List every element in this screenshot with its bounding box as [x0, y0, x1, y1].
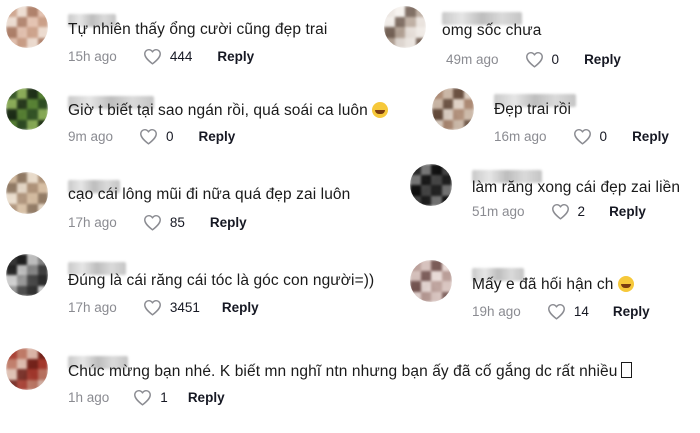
comment-item: omg sốc chưa 49m ago 0 Reply — [384, 6, 674, 86]
comment-text: Giờ t biết tại sao ngán rồi, quá soái ca… — [68, 102, 388, 120]
reply-button[interactable]: Reply — [210, 215, 247, 230]
comment-meta: 1h ago 1 Reply — [68, 389, 225, 406]
comment-timestamp: 9m ago — [68, 129, 114, 144]
comment-timestamp: 17h ago — [68, 215, 117, 230]
comment-text: Mấy e đã hối hận ch — [472, 276, 634, 294]
comment-timestamp: 19h ago — [472, 304, 521, 319]
like-count: 0 — [551, 52, 560, 67]
avatar[interactable] — [6, 88, 48, 130]
comment-meta: 19h ago 14 Reply — [472, 303, 650, 320]
like-count: 85 — [169, 215, 185, 230]
like-count: 3451 — [169, 300, 200, 315]
avatar[interactable] — [6, 348, 48, 390]
avatar[interactable] — [432, 88, 474, 130]
comment-meta: 51m ago 2 Reply — [472, 203, 646, 220]
comment-text: omg sốc chưa — [442, 22, 542, 39]
comment-meta: 17h ago 85 Reply — [68, 214, 247, 231]
comment-meta: 15h ago 444 Reply — [68, 48, 254, 65]
heart-icon[interactable] — [551, 203, 570, 220]
comment-timestamp: 51m ago — [472, 204, 525, 219]
comment-text: Đúng là cái răng cái tóc là góc con ngườ… — [68, 272, 375, 289]
heart-icon[interactable] — [525, 51, 544, 68]
comment-item: Đẹp trai rồi 16m ago 0 Reply — [432, 88, 700, 168]
like-count: 2 — [577, 204, 586, 219]
reply-button[interactable]: Reply — [188, 390, 225, 405]
reply-button[interactable]: Reply — [199, 129, 236, 144]
comment-timestamp: 49m ago — [446, 52, 499, 67]
avatar[interactable] — [6, 6, 48, 48]
grinning-face-icon — [371, 102, 388, 118]
comment-meta: 16m ago 0 Reply — [494, 128, 669, 145]
reply-button[interactable]: Reply — [217, 49, 254, 64]
comment-meta: 9m ago 0 Reply — [68, 128, 235, 145]
avatar[interactable] — [6, 172, 48, 214]
comment-text: làm răng xong cái đẹp zai liền — [472, 179, 681, 196]
reply-button[interactable]: Reply — [584, 52, 621, 67]
tears-of-joy-icon — [617, 276, 634, 292]
comment-text: Tự nhiên thấy ổng cười cũng đẹp trai — [68, 21, 328, 38]
comment-meta: 17h ago 3451 Reply — [68, 299, 259, 316]
comment-item: Chúc mừng bạn nhé. K biết mn nghĩ ntn nh… — [6, 348, 696, 428]
heart-icon[interactable] — [573, 128, 592, 145]
comment-text: Chúc mừng bạn nhé. K biết mn nghĩ ntn nh… — [68, 362, 632, 381]
heart-icon[interactable] — [133, 389, 152, 406]
avatar[interactable] — [410, 260, 452, 302]
comment-timestamp: 17h ago — [68, 300, 117, 315]
like-count: 1 — [160, 390, 168, 405]
avatar[interactable] — [384, 6, 426, 48]
heart-icon[interactable] — [143, 214, 162, 231]
heart-icon[interactable] — [143, 48, 162, 65]
missing-glyph-icon — [620, 362, 632, 378]
comment-meta: 49m ago 0 Reply — [446, 51, 621, 68]
comment-timestamp: 15h ago — [68, 49, 117, 64]
like-count: 14 — [573, 304, 589, 319]
comment-timestamp: 1h ago — [68, 390, 110, 405]
comment-text: Đẹp trai rồi — [494, 101, 572, 118]
avatar[interactable] — [410, 164, 452, 206]
comment-text: cạo cái lông mũi đi nữa quá đẹp zai luôn — [68, 186, 351, 203]
like-count: 0 — [166, 129, 174, 144]
reply-button[interactable]: Reply — [613, 304, 650, 319]
like-count: 0 — [599, 129, 608, 144]
like-count: 444 — [169, 49, 193, 64]
comment-item: làm răng xong cái đẹp zai liền 51m ago 2 Re… — [410, 164, 700, 244]
heart-icon[interactable] — [547, 303, 566, 320]
reply-button[interactable]: Reply — [222, 300, 259, 315]
reply-button[interactable]: Reply — [632, 129, 669, 144]
reply-button[interactable]: Reply — [609, 204, 646, 219]
comment-item: Mấy e đã hối hận ch 19h ago 14 Reply — [410, 260, 700, 340]
comment-timestamp: 16m ago — [494, 129, 547, 144]
heart-icon[interactable] — [139, 128, 158, 145]
avatar[interactable] — [6, 254, 48, 296]
heart-icon[interactable] — [143, 299, 162, 316]
